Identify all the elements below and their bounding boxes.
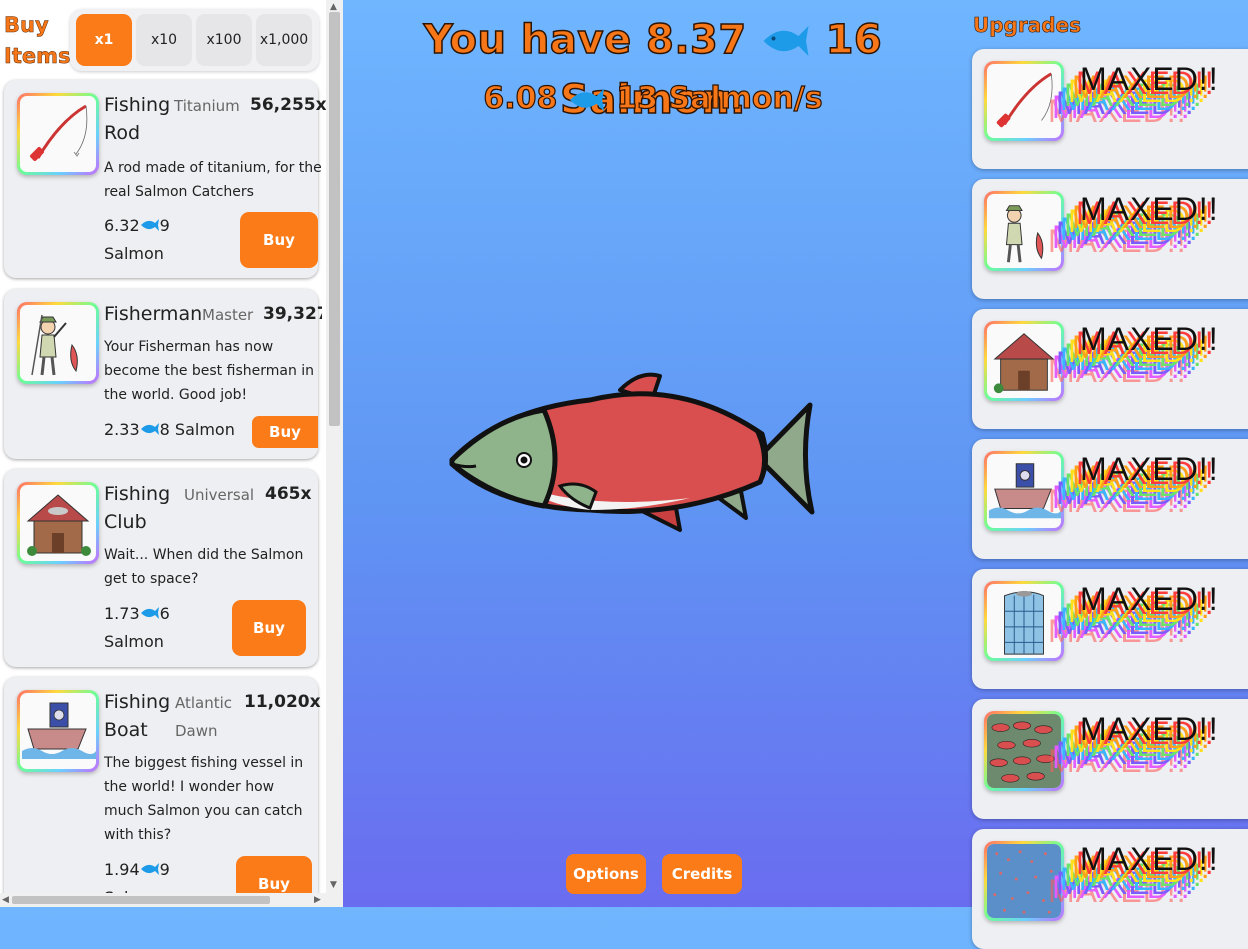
price-exponent: 6	[159, 604, 170, 623]
fish-icon	[763, 26, 809, 56]
upgrade-salmon-ocean[interactable]: MAXED!!	[972, 829, 1248, 949]
maxed-label: MAXED!!	[1080, 321, 1219, 357]
scroll-right-arrow-icon[interactable]: ▶	[314, 895, 321, 905]
multiplier-x1000-button[interactable]: x1,000	[256, 14, 312, 66]
multiplier-x1-button[interactable]: x1	[76, 14, 132, 66]
item-count: 56,255x	[250, 95, 327, 115]
price-exponent: 9	[159, 216, 170, 235]
scroll-down-arrow-icon[interactable]: ▼	[330, 880, 337, 890]
item-name: Fishing Club	[104, 483, 171, 533]
total-exponent: 16	[825, 16, 883, 64]
salmon-ocean-icon	[984, 841, 1064, 921]
upgrade-salmon-pile[interactable]: MAXED!!	[972, 699, 1248, 819]
multiplier-x100-button[interactable]: x100	[196, 14, 252, 66]
shop-item-fisherman: Fisherman Master 39,327x Your Fisherman …	[4, 289, 322, 459]
item-tier: Master	[202, 306, 254, 324]
item-description: Your Fisherman has now become the best f…	[104, 339, 315, 403]
fishing-club-icon	[984, 321, 1064, 401]
shop-vertical-scrollbar[interactable]: ▲ ▼	[326, 0, 343, 907]
upgrade-fishing-club[interactable]: MAXED!!	[972, 309, 1248, 429]
scroll-left-arrow-icon[interactable]: ◀	[2, 895, 9, 905]
fish-icon	[140, 423, 159, 435]
credits-button[interactable]: Credits	[662, 854, 742, 894]
price-number: 6.32	[104, 216, 140, 235]
fisherman-icon	[984, 191, 1064, 271]
price-unit: Salmon	[174, 420, 235, 439]
shop-horizontal-scroll-thumb[interactable]	[12, 896, 270, 904]
item-name: Fisherman	[104, 303, 203, 325]
item-tier: Universal	[184, 486, 255, 504]
maxed-label: MAXED!!	[1080, 451, 1219, 487]
fishing-boat-icon	[984, 451, 1064, 531]
fish-icon	[140, 863, 159, 875]
buy-fishing-rod-button[interactable]: Buy	[240, 212, 318, 268]
item-tier: Atlantic Dawn	[175, 694, 233, 740]
item-count: 465x	[265, 484, 312, 504]
upgrade-fisherman[interactable]: MAXED!!	[972, 179, 1248, 299]
fish-icon	[140, 607, 159, 619]
maxed-label: MAXED!!	[1080, 581, 1219, 617]
shop-item-fishing-rod: Fishing Rod Titanium 56,255x A rod made …	[4, 80, 327, 278]
fishing-club-icon	[17, 482, 99, 564]
item-count: 11,020x	[244, 692, 321, 712]
have-prefix: You have	[423, 16, 632, 64]
upgrade-skyscraper[interactable]: MAXED!!	[972, 569, 1248, 689]
buy-fishing-club-button[interactable]: Buy	[232, 600, 306, 656]
item-count: 39,327x	[263, 304, 322, 324]
upgrade-fishing-boat[interactable]: MAXED!!	[972, 439, 1248, 559]
fisherman-icon	[17, 302, 99, 384]
options-button[interactable]: Options	[566, 854, 646, 894]
price-number: 1.73	[104, 604, 140, 623]
shop-item-fishing-boat: Fishing Boat Atlantic Dawn 11,020x The b…	[4, 677, 321, 907]
price-unit: Salmon	[104, 632, 164, 651]
price-exponent: 9	[159, 860, 170, 879]
rate-exponent: 13	[616, 80, 659, 116]
price-number: 2.33	[104, 420, 140, 439]
shop-horizontal-scrollbar[interactable]: ◀ ▶	[0, 893, 326, 907]
buy-fisherman-button[interactable]: Buy	[252, 416, 318, 448]
item-description: Wait... When did the Salmon get to space…	[104, 547, 304, 587]
fish-icon	[140, 219, 159, 231]
salmon-rate-display: 6.08 13 Salmon/s	[343, 76, 963, 122]
shop-title: Buy Items	[4, 13, 71, 69]
price-exponent: 8	[159, 420, 170, 439]
item-price: 1.73 6 Salmon	[104, 600, 194, 656]
item-name: Fishing Boat	[104, 691, 171, 741]
maxed-label: MAXED!!	[1080, 841, 1219, 877]
fishing-rod-icon	[17, 93, 99, 175]
item-price: 2.33 8 Salmon	[104, 416, 244, 444]
maxed-label: MAXED!!	[1080, 711, 1219, 747]
salmon-click-target[interactable]	[440, 360, 820, 550]
price-number: 1.94	[104, 860, 140, 879]
salmon-pile-icon	[984, 711, 1064, 791]
total-number: 8.37	[645, 16, 747, 64]
shop-panel: Buy Items x1 x10 x100 x1,000 Fishing Rod…	[0, 0, 343, 907]
item-price: 6.32 9 Salmon	[104, 212, 194, 268]
skyscraper-icon	[984, 581, 1064, 661]
item-description: The biggest fishing vessel in the world!…	[104, 755, 304, 843]
multiplier-selector: x1 x10 x100 x1,000	[70, 9, 319, 71]
item-tier: Titanium	[174, 97, 240, 115]
upgrade-fishing-rod[interactable]: MAXED!!	[972, 49, 1248, 169]
fishing-boat-icon	[17, 690, 99, 772]
price-unit: Salmon	[104, 244, 164, 263]
fish-icon	[569, 88, 604, 112]
item-description: A rod made of titanium, for the real Sal…	[104, 160, 322, 200]
fishing-rod-icon	[984, 61, 1064, 141]
scroll-up-arrow-icon[interactable]: ▲	[330, 2, 337, 12]
upgrades-title: Upgrades	[973, 13, 1082, 38]
maxed-label: MAXED!!	[1080, 191, 1219, 227]
rate-number: 6.08	[483, 80, 558, 116]
rate-unit: Salmon/s	[668, 80, 823, 116]
maxed-label: MAXED!!	[1080, 61, 1219, 97]
shop-scroll-thumb[interactable]	[329, 12, 340, 426]
multiplier-x10-button[interactable]: x10	[136, 14, 192, 66]
item-name: Fishing Rod	[104, 94, 171, 144]
shop-item-fishing-club: Fishing Club Universal 465x Wait... When…	[4, 469, 318, 667]
